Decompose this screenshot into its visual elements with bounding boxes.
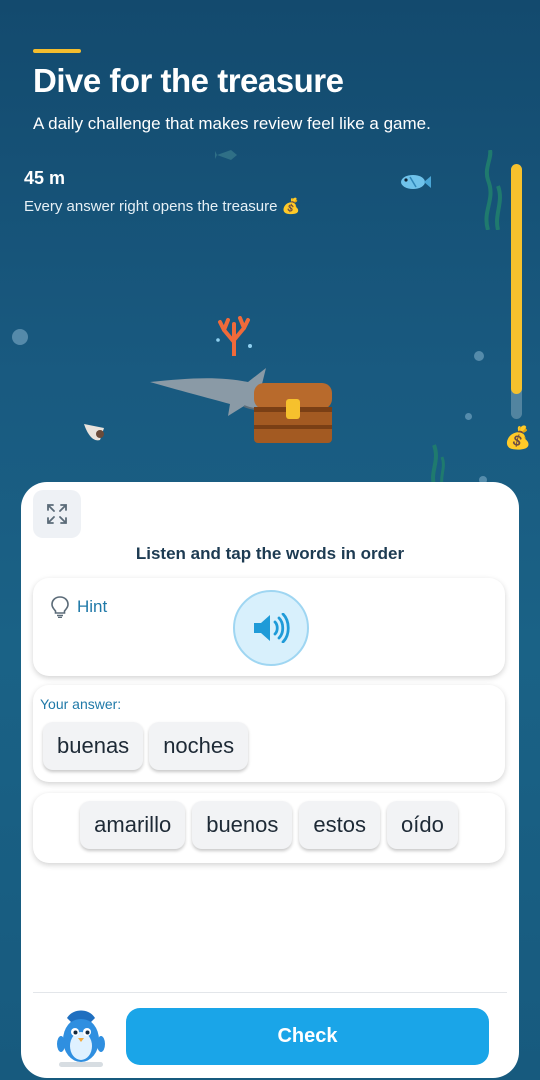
coral-icon [214,316,254,361]
word-bank-chip[interactable]: amarillo [80,801,186,849]
bubble [465,413,472,420]
audio-hint-panel: Hint [33,578,505,676]
money-bag-icon: 💰 [281,198,301,215]
answer-panel: Your answer: buenas noches [33,685,505,782]
word-bank-chip[interactable]: buenos [192,801,293,849]
word-bank-chip[interactable]: estos [299,801,380,849]
bubble [474,351,484,361]
depth-progress-track [511,164,522,419]
answer-word-list: buenas noches [43,722,249,770]
treasure-chest-icon [252,379,334,450]
footer-divider [33,992,507,993]
penguin-mascot-icon [57,1010,105,1062]
expand-button[interactable] [33,490,81,538]
money-bag-icon: 💰 [504,425,532,450]
seaweed-icon [482,149,506,235]
lightbulb-icon [51,596,69,618]
title-accent-bar [33,49,81,53]
exercise-card: Listen and tap the words in order Hint Y… [21,482,519,1078]
hint-label: Hint [77,597,108,616]
expand-icon [47,504,67,524]
game-tagline: Every answer right opens the treasure 💰 [24,197,300,215]
depth-progress-fill [511,164,522,394]
play-audio-button[interactable] [233,590,309,666]
mascot-shadow [59,1062,103,1067]
word-bank-panel: amarillo buenos estos oído [33,793,505,863]
tagline-text: Every answer right opens the treasure [24,198,278,215]
answer-word-chip[interactable]: noches [149,722,249,770]
exercise-instruction: Listen and tap the words in order [135,544,405,563]
speaker-icon [254,613,290,643]
answer-word-chip[interactable]: buenas [43,722,144,770]
hint-button[interactable]: Hint [51,596,107,618]
seashell-icon [82,418,108,449]
small-fish-icon [215,148,239,167]
word-bank-chip[interactable]: oído [386,801,458,849]
check-button[interactable]: Check [126,1008,489,1065]
page-title: Dive for the treasure [33,62,344,99]
bubble [12,329,28,345]
depth-readout: 45 m [24,168,66,188]
page-subtitle: A daily challenge that makes review feel… [33,114,431,133]
word-bank-list: amarillo buenos estos oído [33,801,505,849]
blue-fish-icon [398,172,432,197]
answer-label: Your answer: [40,696,122,712]
